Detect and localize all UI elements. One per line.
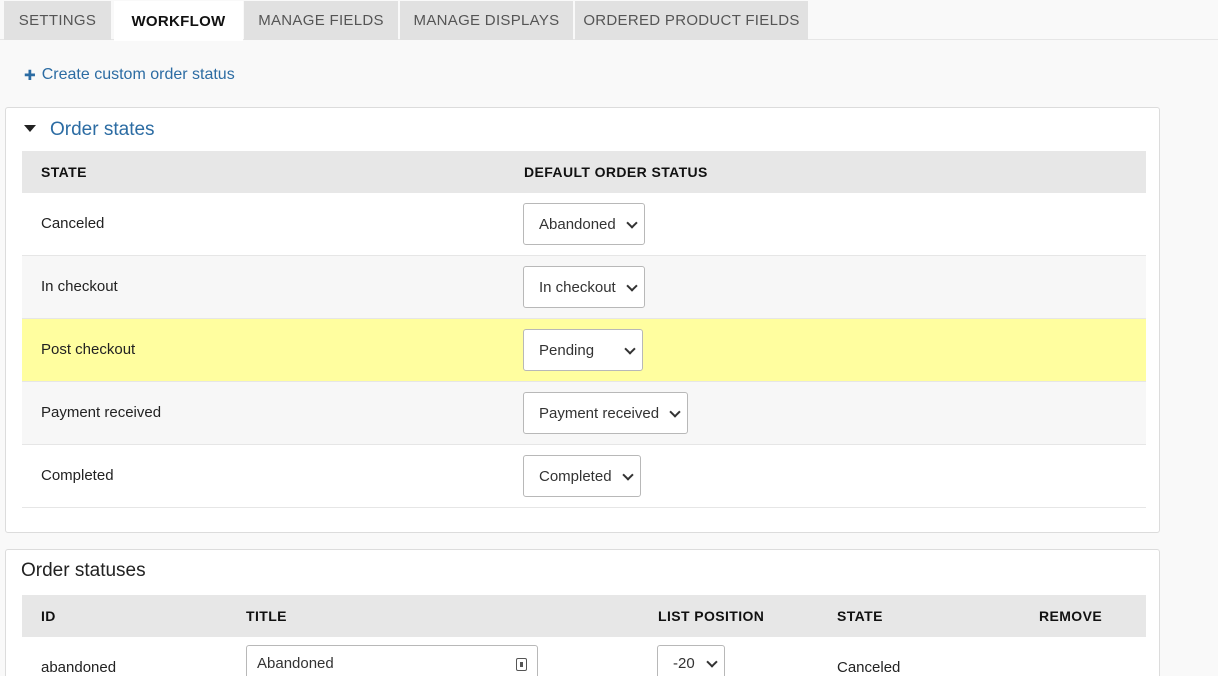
state-label: Post checkout	[41, 341, 136, 358]
tab-settings[interactable]: Settings	[4, 1, 111, 40]
column-header-title: Title	[246, 608, 287, 624]
plus-icon: ✚	[24, 66, 36, 83]
autofill-icon	[516, 658, 527, 671]
status-title-input[interactable]: Abandoned	[246, 645, 538, 676]
chevron-down-icon	[669, 406, 681, 418]
select-value: In checkout	[539, 278, 616, 296]
order-statuses-title: Order statuses	[21, 560, 146, 581]
column-header-id: ID	[41, 608, 56, 624]
triangle-down-icon	[24, 124, 36, 132]
order-states-title: Order states	[50, 119, 155, 140]
order-states-toggle[interactable]: Order states	[24, 118, 155, 142]
column-header-state: State	[41, 164, 87, 180]
default-status-select[interactable]: Abandoned	[523, 203, 645, 245]
chevron-down-icon	[622, 469, 634, 481]
default-status-select[interactable]: Payment received	[523, 392, 688, 434]
create-custom-order-status-link[interactable]: ✚ Create custom order status	[24, 64, 235, 86]
status-state: Canceled	[837, 659, 901, 676]
table-row: Post checkout Pending	[22, 319, 1146, 382]
select-value: Completed	[539, 467, 612, 485]
list-position-select[interactable]: -20	[657, 645, 725, 676]
tab-manage-fields[interactable]: Manage fields	[244, 1, 398, 40]
tab-manage-displays[interactable]: Manage displays	[400, 1, 573, 40]
input-value: Abandoned	[257, 655, 334, 672]
table-header: ID Title List position State Remove	[22, 595, 1146, 637]
status-id: abandoned	[41, 659, 117, 676]
default-status-select[interactable]: Completed	[523, 455, 641, 497]
order-statuses-table: ID Title List position State Remove aban…	[22, 595, 1146, 676]
table-row: Payment received Payment received	[22, 382, 1146, 445]
tab-workflow[interactable]: Workflow	[114, 1, 243, 41]
table-row: In checkout In checkout	[22, 256, 1146, 319]
create-link-label: Create custom order status	[41, 66, 235, 83]
select-value: Pending	[539, 341, 595, 359]
state-label: Canceled	[41, 215, 105, 232]
table-row: Canceled Abandoned	[22, 193, 1146, 256]
tab-bar: Settings Workflow Manage fields Manage d…	[0, 0, 1218, 41]
chevron-down-icon	[626, 217, 638, 229]
table-row: Completed Completed	[22, 445, 1146, 508]
chevron-down-icon	[626, 280, 638, 292]
table-row: abandoned Abandoned -20 Canceled	[22, 637, 1146, 676]
state-label: In checkout	[41, 278, 118, 295]
tab-ordered-product-fields[interactable]: Ordered product fields	[575, 1, 808, 40]
chevron-down-icon	[706, 656, 718, 668]
column-header-default-order-status: Default order status	[524, 164, 708, 180]
table-header: State Default order status	[22, 151, 1146, 193]
order-states-table: State Default order status Canceled Aban…	[22, 151, 1146, 508]
order-states-panel: Order states State Default order status …	[5, 107, 1160, 533]
chevron-down-icon	[624, 343, 636, 355]
select-value: -20	[673, 655, 695, 672]
column-header-list-position: List position	[658, 608, 765, 624]
select-value: Abandoned	[539, 215, 616, 233]
state-label: Payment received	[41, 404, 162, 421]
default-status-select[interactable]: Pending	[523, 329, 643, 371]
select-value: Payment received	[539, 404, 660, 422]
column-header-state: State	[837, 608, 883, 624]
state-label: Completed	[41, 467, 114, 484]
column-header-remove: Remove	[1039, 608, 1103, 624]
default-status-select[interactable]: In checkout	[523, 266, 645, 308]
order-statuses-panel: Order statuses ID Title List position St…	[5, 549, 1160, 676]
